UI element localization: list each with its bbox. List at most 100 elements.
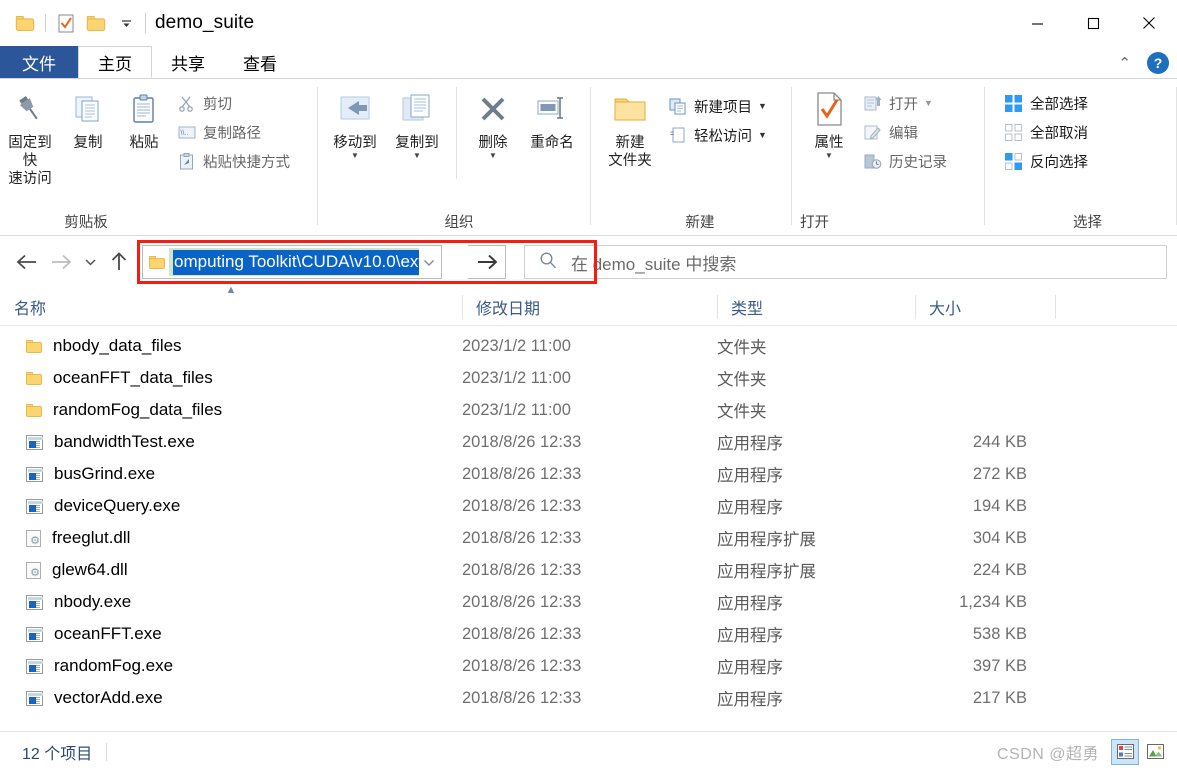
file-name-cell[interactable]: freeglut.dll <box>0 528 462 548</box>
address-bar[interactable]: omputing Toolkit\CUDA\v10.0\extras\demo_… <box>142 245 442 279</box>
file-name-cell[interactable]: oceanFFT_data_files <box>0 368 462 388</box>
delete-caret-icon[interactable]: ▼ <box>489 152 497 160</box>
new-folder-button[interactable]: 新建 文件夹 <box>597 87 663 170</box>
file-name-cell[interactable]: busGrind.exe <box>0 464 462 484</box>
delete-button[interactable]: 删除 ▼ <box>465 87 521 160</box>
file-name-cell[interactable]: deviceQuery.exe <box>0 496 462 516</box>
search-box[interactable]: 在 demo_suite 中搜索 <box>524 245 1167 279</box>
large-icons-view-icon[interactable] <box>1141 739 1169 765</box>
file-name-cell[interactable]: vectorAdd.exe <box>0 688 462 708</box>
collapse-ribbon-icon[interactable]: ⌃ <box>1112 54 1137 72</box>
copy-path-button[interactable]: \\.. 复制路径 <box>172 119 294 145</box>
cut-button[interactable]: 剪切 <box>172 90 294 116</box>
select-all-label: 全部选择 <box>1030 96 1088 113</box>
file-type-cell: 文件夹 <box>717 403 767 421</box>
file-type-cell: 应用程序 <box>717 499 783 517</box>
copy-to-label: 复制到 <box>395 135 439 151</box>
quick-access-folder-icon[interactable] <box>10 8 40 38</box>
easy-access-button[interactable]: 轻松访问 ▼ <box>663 122 771 148</box>
rename-button[interactable]: 重命名 <box>521 87 583 152</box>
properties-check-icon[interactable] <box>51 8 81 38</box>
file-list[interactable]: nbody_data_files 2023/1/2 11:00 文件夹 oceanFF… <box>0 326 1177 731</box>
copy-button[interactable]: 复制 <box>60 87 116 152</box>
column-header-date[interactable]: 修改日期 <box>462 288 717 326</box>
maximize-button[interactable] <box>1065 0 1121 46</box>
new-item-button[interactable]: 新建项目 ▼ <box>663 93 771 119</box>
copy-to-button[interactable]: 复制到 ▼ <box>386 87 448 160</box>
select-none-button[interactable]: 全部取消 <box>999 119 1092 145</box>
table-row[interactable]: oceanFFT_data_files 2023/1/2 11:00 文件夹 <box>0 362 1177 394</box>
paste-button[interactable]: 粘贴 <box>116 87 172 152</box>
table-row[interactable]: busGrind.exe 2018/8/26 12:33 应用程序 272 KB <box>0 458 1177 490</box>
select-all-button[interactable]: 全部选择 <box>999 90 1092 116</box>
tab-share[interactable]: 共享 <box>152 46 224 78</box>
up-button[interactable] <box>102 245 136 279</box>
ribbon-group-clipboard-commands: 剪切 \\.. 复制路径 粘贴快捷方式 <box>172 79 317 235</box>
move-to-button[interactable]: 移动到 ▼ <box>324 87 386 160</box>
tab-view[interactable]: 查看 <box>224 46 296 78</box>
sort-ascending-icon: ▲ <box>225 283 237 296</box>
table-row[interactable]: bandwidthTest.exe 2018/8/26 12:33 应用程序 244 … <box>0 426 1177 458</box>
file-type-cell: 应用程序 <box>717 467 783 485</box>
cut-label: 剪切 <box>203 96 232 113</box>
table-row[interactable]: oceanFFT.exe 2018/8/26 12:33 应用程序 538 KB <box>0 618 1177 650</box>
details-view-icon[interactable] <box>1111 738 1139 765</box>
file-name-cell[interactable]: randomFog.exe <box>0 656 462 676</box>
new-item-caret-icon[interactable]: ▼ <box>758 101 767 111</box>
window-title: demo_suite <box>155 12 255 33</box>
open-caret-icon[interactable]: ▼ <box>924 98 933 108</box>
column-header-extra[interactable] <box>1055 288 1115 326</box>
title-divider <box>145 13 146 33</box>
recent-locations-button[interactable] <box>78 245 102 279</box>
move-to-caret-icon[interactable]: ▼ <box>351 152 359 160</box>
properties-caret-icon[interactable]: ▼ <box>825 152 833 160</box>
file-name-cell[interactable]: bandwidthTest.exe <box>0 432 462 452</box>
table-row[interactable]: deviceQuery.exe 2018/8/26 12:33 应用程序 194 KB <box>0 490 1177 522</box>
invert-selection-button[interactable]: 反向选择 <box>999 148 1092 174</box>
exe-file-icon <box>26 626 43 642</box>
table-row[interactable]: randomFog.exe 2018/8/26 12:33 应用程序 397 KB <box>0 650 1177 682</box>
tab-file[interactable]: 文件 <box>0 46 78 78</box>
table-row[interactable]: freeglut.dll 2018/8/26 12:33 应用程序扩展 304 KB <box>0 522 1177 554</box>
column-header-type[interactable]: 类型 <box>717 288 915 326</box>
file-name-cell[interactable]: nbody_data_files <box>0 336 462 356</box>
exe-file-icon <box>26 434 43 450</box>
help-icon[interactable]: ? <box>1147 52 1169 74</box>
table-row[interactable]: randomFog_data_files 2023/1/2 11:00 文件夹 <box>0 394 1177 426</box>
file-name-cell[interactable]: randomFog_data_files <box>0 400 462 420</box>
forward-button[interactable] <box>44 245 78 279</box>
quick-access-customize-dropdown-icon[interactable] <box>111 8 141 38</box>
table-row[interactable]: vectorAdd.exe 2018/8/26 12:33 应用程序 217 KB <box>0 682 1177 714</box>
table-row[interactable]: glew64.dll 2018/8/26 12:33 应用程序扩展 224 KB <box>0 554 1177 586</box>
table-row[interactable]: nbody_data_files 2023/1/2 11:00 文件夹 <box>0 330 1177 362</box>
copy-path-label: 复制路径 <box>203 125 261 142</box>
copy-to-caret-icon[interactable]: ▼ <box>413 152 421 160</box>
edit-button[interactable]: 编辑 <box>858 119 951 145</box>
search-input[interactable]: 在 demo_suite 中搜索 <box>571 250 736 275</box>
address-dropdown-icon[interactable] <box>419 258 439 267</box>
paste-shortcut-label: 粘贴快捷方式 <box>203 154 290 171</box>
tab-home[interactable]: 主页 <box>78 46 152 78</box>
minimize-button[interactable] <box>1009 0 1065 46</box>
view-mode-buttons <box>1111 738 1169 765</box>
quick-access-new-folder-icon[interactable] <box>81 8 111 38</box>
file-name-cell[interactable]: glew64.dll <box>0 560 462 580</box>
address-text-field[interactable]: omputing Toolkit\CUDA\v10.0\extras\demo_… <box>169 248 419 276</box>
close-button[interactable] <box>1121 0 1177 46</box>
go-button[interactable] <box>468 245 506 279</box>
open-button[interactable]: 打开 ▼ <box>858 90 951 116</box>
column-header-size[interactable]: 大小 <box>915 288 1055 326</box>
paste-shortcut-button[interactable]: 粘贴快捷方式 <box>172 148 294 174</box>
exe-file-icon <box>26 498 43 514</box>
table-row[interactable]: nbody.exe 2018/8/26 12:33 应用程序 1,234 KB <box>0 586 1177 618</box>
easy-access-caret-icon[interactable]: ▼ <box>758 130 767 140</box>
search-icon <box>539 251 557 274</box>
back-button[interactable] <box>10 245 44 279</box>
pin-to-quick-access-button[interactable]: 固定到快 速访问 <box>0 87 60 188</box>
history-button[interactable]: 历史记录 <box>858 148 951 174</box>
properties-button[interactable]: 属性 ▼ <box>800 87 858 160</box>
file-name-cell[interactable]: nbody.exe <box>0 592 462 612</box>
column-header-name[interactable]: 名称 ▲ <box>0 284 462 326</box>
file-name-cell[interactable]: oceanFFT.exe <box>0 624 462 644</box>
history-label: 历史记录 <box>889 154 947 171</box>
